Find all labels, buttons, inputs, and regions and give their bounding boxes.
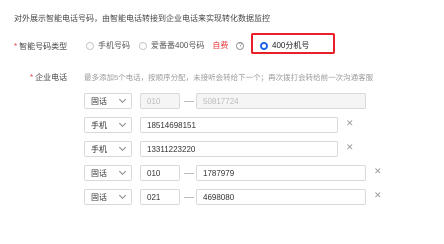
close-icon[interactable]: ✕ (374, 166, 382, 177)
area-code-input[interactable]: 010 (140, 93, 180, 109)
radio-circle[interactable] (86, 41, 94, 50)
phone-type-select[interactable]: 固话 (84, 189, 132, 205)
chevron-down-icon (118, 119, 127, 128)
radio-400-extension[interactable]: 400分机号 (260, 40, 309, 51)
required-mark: * (30, 73, 34, 82)
close-icon[interactable]: ✕ (374, 190, 382, 201)
phone-number-input[interactable]: 18514698151 (140, 117, 338, 133)
phone-number-input[interactable]: 1787979 (196, 165, 366, 181)
number-type-label: * 智能号码类型 (14, 42, 68, 51)
radio-aifanfan-400[interactable]: 爱番番400号码 自费 ? (139, 40, 245, 51)
chevron-down-icon (118, 95, 127, 104)
area-code-input[interactable]: 010 (140, 165, 180, 181)
chevron-down-icon (118, 143, 127, 152)
area-code-input[interactable]: 021 (140, 189, 180, 205)
radio-circle[interactable] (139, 41, 147, 50)
self-pay-tag: 自费 (212, 41, 229, 50)
phone-number-input[interactable]: 13311223220 (140, 141, 338, 157)
section-description: 对外展示智能电话号码，由智能电话转接到企业电话来实现转化数据监控 (14, 14, 270, 23)
close-icon[interactable]: ✕ (346, 118, 354, 129)
chevron-down-icon (118, 191, 127, 200)
company-phone-hint: 最多添加5个电话，按顺序分配，未接听会转给下一个；再次拨打会转给前一次沟通客服 (84, 73, 374, 82)
phone-type-select[interactable]: 手机 (84, 141, 132, 157)
chevron-down-icon (118, 167, 127, 176)
help-circle-icon[interactable]: ? (236, 41, 245, 50)
dash-separator (184, 101, 194, 102)
phone-type-select[interactable]: 固话 (84, 93, 132, 109)
radio-mobile-number[interactable]: 手机号码 (86, 40, 130, 51)
radio-circle-checked[interactable] (260, 41, 268, 50)
dash-separator (184, 173, 194, 174)
dash-separator (184, 197, 194, 198)
company-phone-label: * 企业电话 (30, 73, 68, 82)
phone-number-input[interactable]: 50817724 (196, 93, 366, 109)
phone-type-select[interactable]: 固话 (84, 165, 132, 181)
close-icon[interactable]: ✕ (346, 142, 354, 153)
phone-number-input[interactable]: 4698080 (196, 189, 366, 205)
required-mark: * (14, 42, 18, 51)
phone-type-select[interactable]: 手机 (84, 117, 132, 133)
